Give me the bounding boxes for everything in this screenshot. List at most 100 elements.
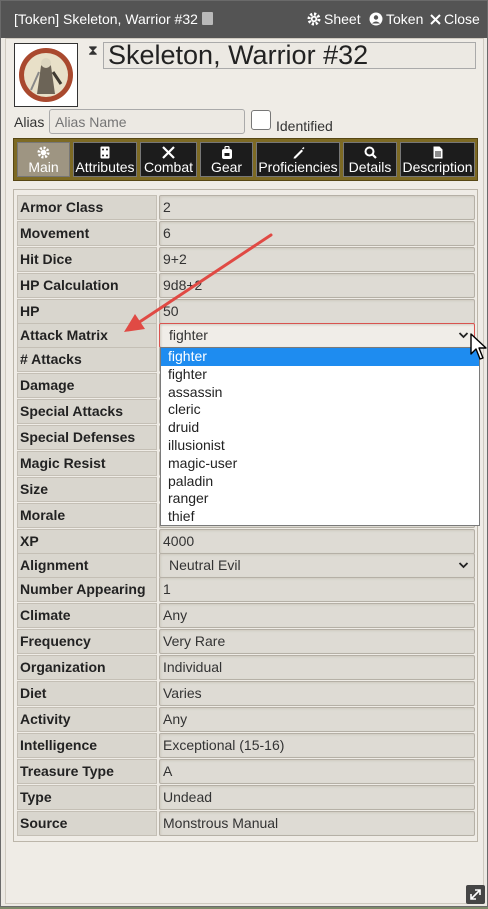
document-icon (433, 146, 442, 159)
swords-icon (162, 146, 175, 159)
skeleton-warrior-image (15, 44, 77, 106)
backpack-icon (221, 146, 232, 159)
row-value[interactable]: 50 (159, 299, 475, 324)
token-button[interactable]: Token (369, 11, 423, 27)
row-value[interactable]: 9+2 (159, 247, 475, 272)
close-button[interactable]: Close (430, 11, 480, 27)
row-label: Magic Resist (17, 451, 157, 476)
row-label: Treasure Type (17, 759, 157, 784)
token-avatar[interactable] (14, 43, 78, 107)
dropdown-option[interactable]: illusionist (161, 437, 479, 455)
row-label: HP Calculation (17, 273, 157, 298)
row-label: Intelligence (17, 733, 157, 758)
dropdown-option[interactable]: druid (161, 419, 479, 437)
row-label: Morale (17, 503, 157, 528)
row-label: Organization (17, 655, 157, 680)
alias-label: Alias (14, 114, 45, 130)
attack-matrix-value: fighter (169, 327, 208, 343)
user-circle-icon (369, 12, 383, 26)
sheet-button-label: Sheet (324, 11, 361, 27)
close-button-label: Close (444, 11, 480, 27)
row-value[interactable]: 4000 (159, 529, 475, 554)
row-label: Hit Dice (17, 247, 157, 272)
alignment-select[interactable]: Neutral Evil (159, 553, 475, 578)
row-label: Damage (17, 373, 157, 398)
tab-main[interactable]: Main (17, 142, 70, 177)
document-icon[interactable] (202, 12, 213, 25)
tab-combat-label: Combat (143, 159, 194, 175)
row-value[interactable]: 1 (159, 577, 475, 602)
row-value[interactable]: Varies (159, 681, 475, 706)
token-button-label: Token (386, 11, 424, 27)
row-label: HP (17, 299, 157, 324)
row-label: Climate (17, 603, 157, 628)
tab-description[interactable]: Description (400, 142, 475, 177)
dropdown-option[interactable]: cleric (161, 401, 479, 419)
tab-proficiencies[interactable]: Proficiencies (256, 142, 340, 177)
row-value[interactable]: 2 (159, 195, 475, 220)
row-value[interactable]: Any (159, 603, 475, 628)
chevron-down-icon (458, 332, 469, 339)
pencil-icon (293, 147, 304, 159)
dropdown-option[interactable]: thief (161, 508, 479, 526)
row-label: # Attacks (17, 347, 157, 372)
gear-icon (307, 12, 321, 26)
row-label: Movement (17, 221, 157, 246)
row-value[interactable]: Any (159, 707, 475, 732)
title-bar[interactable]: [Token] Skeleton, Warrior #32 Sheet Toke… (1, 1, 487, 38)
tab-gear[interactable]: Gear (200, 142, 253, 177)
tab-gear-label: Gear (210, 159, 243, 175)
row-value[interactable]: Individual (159, 655, 475, 680)
row-label: Special Defenses (17, 425, 157, 450)
row-label: Activity (17, 707, 157, 732)
dropdown-option[interactable]: fighter (161, 366, 479, 384)
row-value[interactable]: Undead (159, 785, 475, 810)
tab-main-label: Main (28, 159, 59, 175)
alignment-value: Neutral Evil (169, 557, 241, 573)
dropdown-option[interactable]: assassin (161, 384, 479, 402)
row-label: Diet (17, 681, 157, 706)
tab-combat[interactable]: Combat (140, 142, 197, 177)
expand-icon[interactable] (466, 885, 485, 904)
tab-attributes[interactable]: Attributes (73, 142, 137, 177)
tab-details[interactable]: Details (343, 142, 397, 177)
row-label: Source (17, 811, 157, 836)
row-value[interactable]: 6 (159, 221, 475, 246)
row-value[interactable]: A (159, 759, 475, 784)
attack-matrix-dropdown: fighter fighter assassin cleric druid il… (160, 347, 480, 526)
gear-icon (37, 146, 50, 159)
row-label: Special Attacks (17, 399, 157, 424)
row-value[interactable]: Very Rare (159, 629, 475, 654)
row-label: Type (17, 785, 157, 810)
sheet-button[interactable]: Sheet (307, 11, 361, 27)
dropdown-option[interactable]: ranger (161, 490, 479, 508)
attack-matrix-select[interactable]: fighter (159, 323, 475, 348)
tab-proficiencies-label: Proficiencies (258, 159, 338, 175)
row-label: Size (17, 477, 157, 502)
identified-checkbox[interactable] (251, 110, 271, 130)
tab-attributes-label: Attributes (75, 159, 135, 175)
dropdown-option[interactable]: magic-user (161, 455, 479, 473)
close-icon (430, 13, 441, 25)
row-value[interactable]: Exceptional (15-16) (159, 733, 475, 758)
dropdown-option[interactable]: paladin (161, 473, 479, 491)
search-icon (364, 146, 377, 159)
tab-details-label: Details (348, 159, 392, 175)
chevron-down-icon (458, 562, 469, 569)
alias-input[interactable] (49, 109, 245, 134)
row-label: Number Appearing (17, 577, 157, 602)
row-label: Alignment (17, 553, 157, 578)
hourglass-icon[interactable]: ⧗ (88, 42, 98, 59)
dice-icon (100, 146, 110, 159)
identified-label: Identified (276, 118, 333, 134)
row-label: Frequency (17, 629, 157, 654)
window-title: [Token] Skeleton, Warrior #32 (14, 11, 198, 27)
row-value[interactable]: 9d8+2 (159, 273, 475, 298)
tab-bar: Main Attributes Combat Gear Proficiencie… (13, 138, 478, 181)
mouse-cursor-icon (470, 333, 487, 360)
dropdown-option[interactable]: fighter (161, 348, 479, 366)
row-label: XP (17, 529, 157, 554)
row-label: Attack Matrix (17, 323, 157, 348)
row-value[interactable]: Monstrous Manual (159, 811, 475, 836)
character-name-field[interactable]: Skeleton, Warrior #32 (103, 42, 476, 69)
